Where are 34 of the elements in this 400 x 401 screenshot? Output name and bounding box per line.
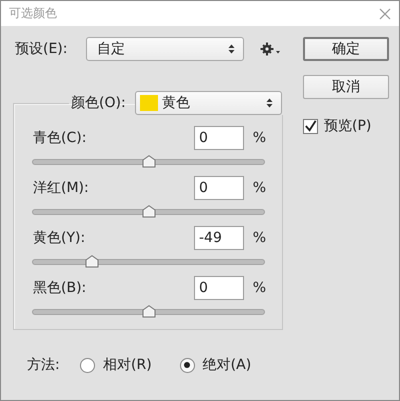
up-down-arrows-icon: [228, 44, 235, 54]
slider-thumb[interactable]: [142, 155, 156, 168]
value-field[interactable]: 0: [194, 276, 244, 300]
dialog-button[interactable]: 取消: [303, 75, 389, 99]
close-icon[interactable]: [379, 8, 391, 20]
slider-label: 黑色(B):: [33, 279, 88, 297]
unit-label: %: [252, 280, 266, 296]
slider-label: 黄色(Y):: [33, 229, 86, 247]
value-field[interactable]: -49: [194, 226, 244, 250]
checkbox[interactable]: [303, 118, 318, 134]
radio-label[interactable]: 绝对(A): [202, 356, 252, 374]
slider-label: 洋红(M):: [33, 179, 90, 197]
unit-label: %: [252, 180, 266, 196]
unit-label: %: [252, 230, 266, 246]
slider-label: 青色(C):: [33, 129, 88, 147]
dialog-button[interactable]: 确定: [303, 37, 389, 61]
color-label: 颜色(O):: [71, 94, 127, 112]
radio-button[interactable]: [180, 358, 195, 372]
color-dropdown[interactable]: 黄色: [135, 91, 282, 115]
window-title: 可选颜色: [9, 5, 57, 22]
radio-label[interactable]: 相对(R): [103, 356, 152, 374]
preset-dropdown[interactable]: 自定: [86, 37, 244, 61]
slider-thumb[interactable]: [142, 205, 156, 218]
unit-label: %: [252, 130, 266, 146]
slider-thumb[interactable]: [142, 305, 156, 318]
preset-label: 预设(E):: [15, 40, 68, 58]
radio-button[interactable]: [80, 358, 95, 372]
up-down-arrows-icon: [266, 98, 273, 108]
gear-icon[interactable]: [260, 42, 282, 56]
slider-thumb[interactable]: [84, 255, 99, 268]
value-field[interactable]: 0: [194, 176, 244, 200]
checkbox-label[interactable]: 预览(P): [324, 117, 372, 135]
value-field[interactable]: 0: [194, 126, 244, 150]
method-label: 方法:: [27, 356, 61, 374]
